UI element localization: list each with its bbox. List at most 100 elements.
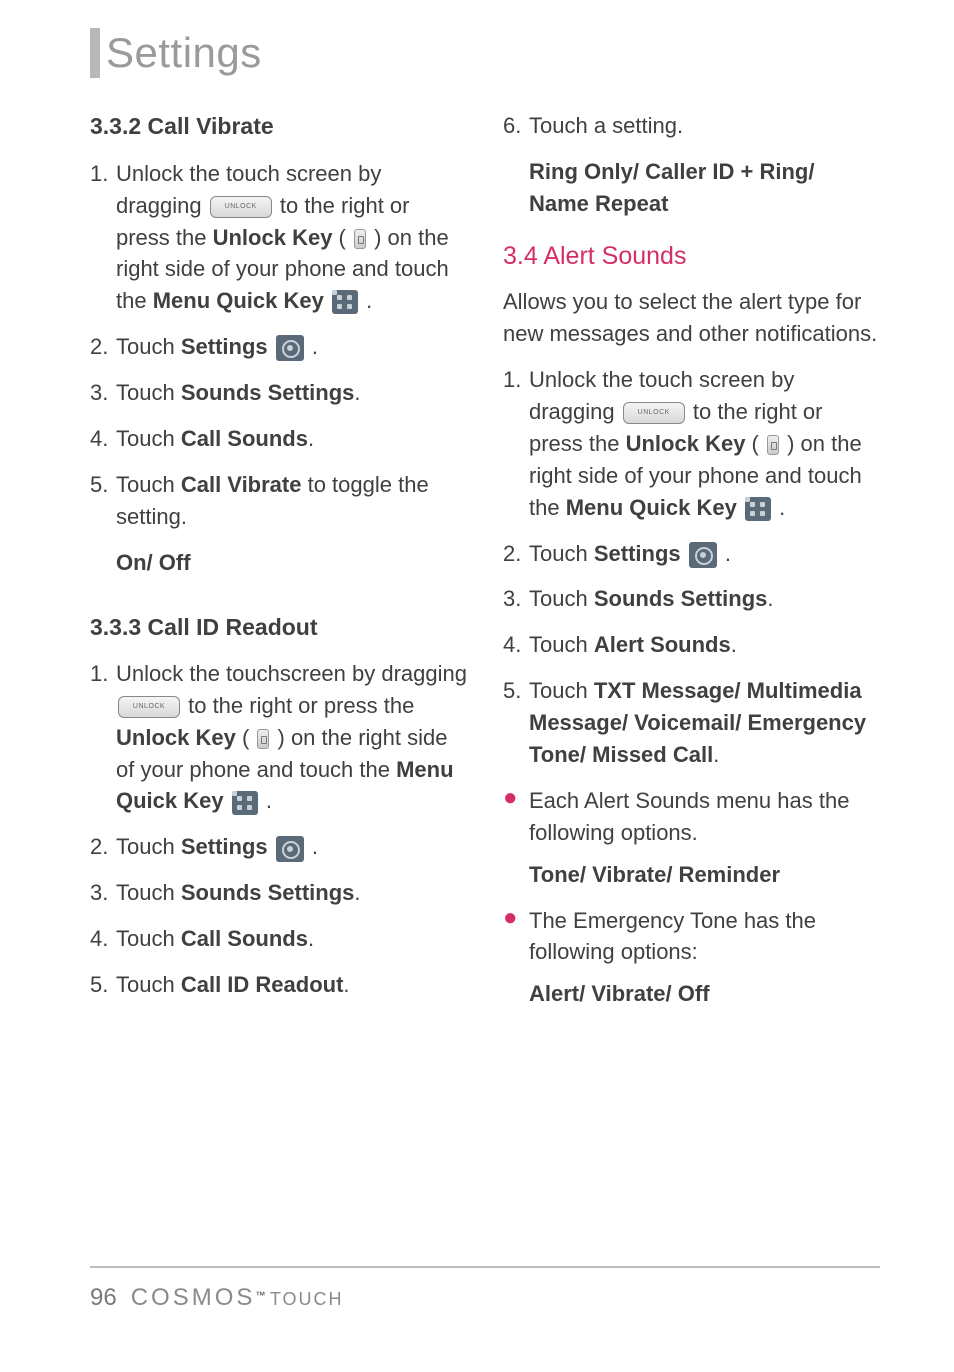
step-number: 5. xyxy=(90,469,116,533)
step-body: Touch Call Vibrate to toggle the setting… xyxy=(116,469,467,533)
page-footer: 96 COSMOS™ TOUCH xyxy=(90,1266,880,1312)
step-body: Touch Settings . xyxy=(529,538,880,570)
step-body: Touch Settings . xyxy=(116,331,467,363)
options-text: Tone/ Vibrate/ Reminder xyxy=(529,859,880,891)
step-number: 1. xyxy=(503,364,529,523)
text: Touch xyxy=(529,632,594,657)
step-body: Touch Call ID Readout. xyxy=(116,969,467,1001)
intro-text: Allows you to select the alert type for … xyxy=(503,286,880,350)
right-column: 6. Touch a setting. Ring Only/ Caller ID… xyxy=(503,110,880,1024)
step-item: 4. Touch Call Sounds. xyxy=(90,923,467,955)
step-item: 2. Touch Settings . xyxy=(90,831,467,863)
text: . xyxy=(354,880,360,905)
step-item: 3. Touch Sounds Settings. xyxy=(90,377,467,409)
settings-icon xyxy=(276,836,304,862)
text: . xyxy=(719,541,731,566)
step-item: 1. Unlock the touch screen by dragging t… xyxy=(90,158,467,317)
step-item: 4. Touch Alert Sounds. xyxy=(503,629,880,661)
menu-quick-key-icon xyxy=(232,791,258,815)
step-item: 3. Touch Sounds Settings. xyxy=(503,583,880,615)
options-text: On/ Off xyxy=(116,547,467,579)
bold-text: Settings xyxy=(594,541,681,566)
page-title: Settings xyxy=(106,28,262,78)
step-body: Touch Settings . xyxy=(116,831,467,863)
bold-text: Sounds Settings xyxy=(181,880,355,905)
bullet-body: The Emergency Tone has the following opt… xyxy=(529,905,880,969)
step-number: 1. xyxy=(90,658,116,817)
step-number: 2. xyxy=(503,538,529,570)
text: ( xyxy=(332,225,352,250)
text: Touch xyxy=(529,678,594,703)
text: to the right or press the xyxy=(182,693,414,718)
step-body: Touch Sounds Settings. xyxy=(116,377,467,409)
step-number: 3. xyxy=(503,583,529,615)
step-item: 5. Touch Call ID Readout. xyxy=(90,969,467,1001)
text: . xyxy=(713,742,719,767)
left-column: 3.3.2 Call Vibrate 1. Unlock the touch s… xyxy=(90,110,467,1024)
step-body: Touch a setting. xyxy=(529,110,880,142)
step-body: Touch Call Sounds. xyxy=(116,923,467,955)
step-number: 3. xyxy=(90,377,116,409)
step-number: 2. xyxy=(90,831,116,863)
unlock-key-icon xyxy=(257,729,269,749)
menu-quick-key-icon xyxy=(332,290,358,314)
trademark-symbol: ™ xyxy=(255,1291,265,1302)
step-body: Unlock the touch screen by dragging to t… xyxy=(116,158,467,317)
text: Touch xyxy=(116,926,181,951)
step-item: 3. Touch Sounds Settings. xyxy=(90,877,467,909)
text: . xyxy=(306,834,318,859)
bold-text: Settings xyxy=(181,334,268,359)
bullet-icon: ● xyxy=(503,785,529,849)
unlock-key-icon xyxy=(767,435,779,455)
menu-quick-key-icon xyxy=(745,497,771,521)
bold-text: Call Sounds xyxy=(181,926,308,951)
step-body: Touch TXT Message/ Multimedia Message/ V… xyxy=(529,675,880,771)
text: Touch xyxy=(116,426,181,451)
step-item: 1. Unlock the touch screen by dragging t… xyxy=(503,364,880,523)
text: . xyxy=(731,632,737,657)
step-body: Touch Sounds Settings. xyxy=(529,583,880,615)
text: ( xyxy=(236,725,256,750)
step-body: Unlock the touchscreen by dragging to th… xyxy=(116,658,467,817)
text: Touch xyxy=(116,834,181,859)
step-number: 4. xyxy=(90,923,116,955)
step-body: Touch Alert Sounds. xyxy=(529,629,880,661)
bullet-body: Each Alert Sounds menu has the following… xyxy=(529,785,880,849)
options-text: Alert/ Vibrate/ Off xyxy=(529,978,880,1010)
bold-text: Sounds Settings xyxy=(594,586,768,611)
bullet-item: ● Each Alert Sounds menu has the followi… xyxy=(503,785,880,849)
text: . xyxy=(354,380,360,405)
bold-text: Call ID Readout xyxy=(181,972,344,997)
text: . xyxy=(767,586,773,611)
step-body: Touch Call Sounds. xyxy=(116,423,467,455)
step-number: 4. xyxy=(90,423,116,455)
title-accent-bar xyxy=(90,28,100,78)
text: . xyxy=(308,426,314,451)
step-number: 1. xyxy=(90,158,116,317)
bold-text: Settings xyxy=(181,834,268,859)
bold-text: Menu Quick Key xyxy=(566,495,737,520)
step-item: 5. Touch TXT Message/ Multimedia Message… xyxy=(503,675,880,771)
text: Touch xyxy=(116,380,181,405)
text: . xyxy=(308,926,314,951)
text: Touch xyxy=(116,880,181,905)
text: . xyxy=(306,334,318,359)
step-item: 2. Touch Settings . xyxy=(503,538,880,570)
step-item: 4. Touch Call Sounds. xyxy=(90,423,467,455)
text: . xyxy=(360,288,372,313)
step-number: 6. xyxy=(503,110,529,142)
step-item: 2. Touch Settings . xyxy=(90,331,467,363)
step-number: 5. xyxy=(503,675,529,771)
page-title-wrap: Settings xyxy=(90,28,880,78)
unlock-slider-icon xyxy=(118,696,180,718)
step-body: Touch Sounds Settings. xyxy=(116,877,467,909)
step-number: 2. xyxy=(90,331,116,363)
brand-subname: TOUCH xyxy=(270,1289,344,1309)
text: Touch xyxy=(529,541,594,566)
unlock-slider-icon xyxy=(210,196,272,218)
text: Unlock the touchscreen by dragging xyxy=(116,661,467,686)
text: Touch xyxy=(116,472,181,497)
bullet-icon: ● xyxy=(503,905,529,969)
bold-text: Call Vibrate xyxy=(181,472,302,497)
step-item: 1. Unlock the touchscreen by dragging to… xyxy=(90,658,467,817)
